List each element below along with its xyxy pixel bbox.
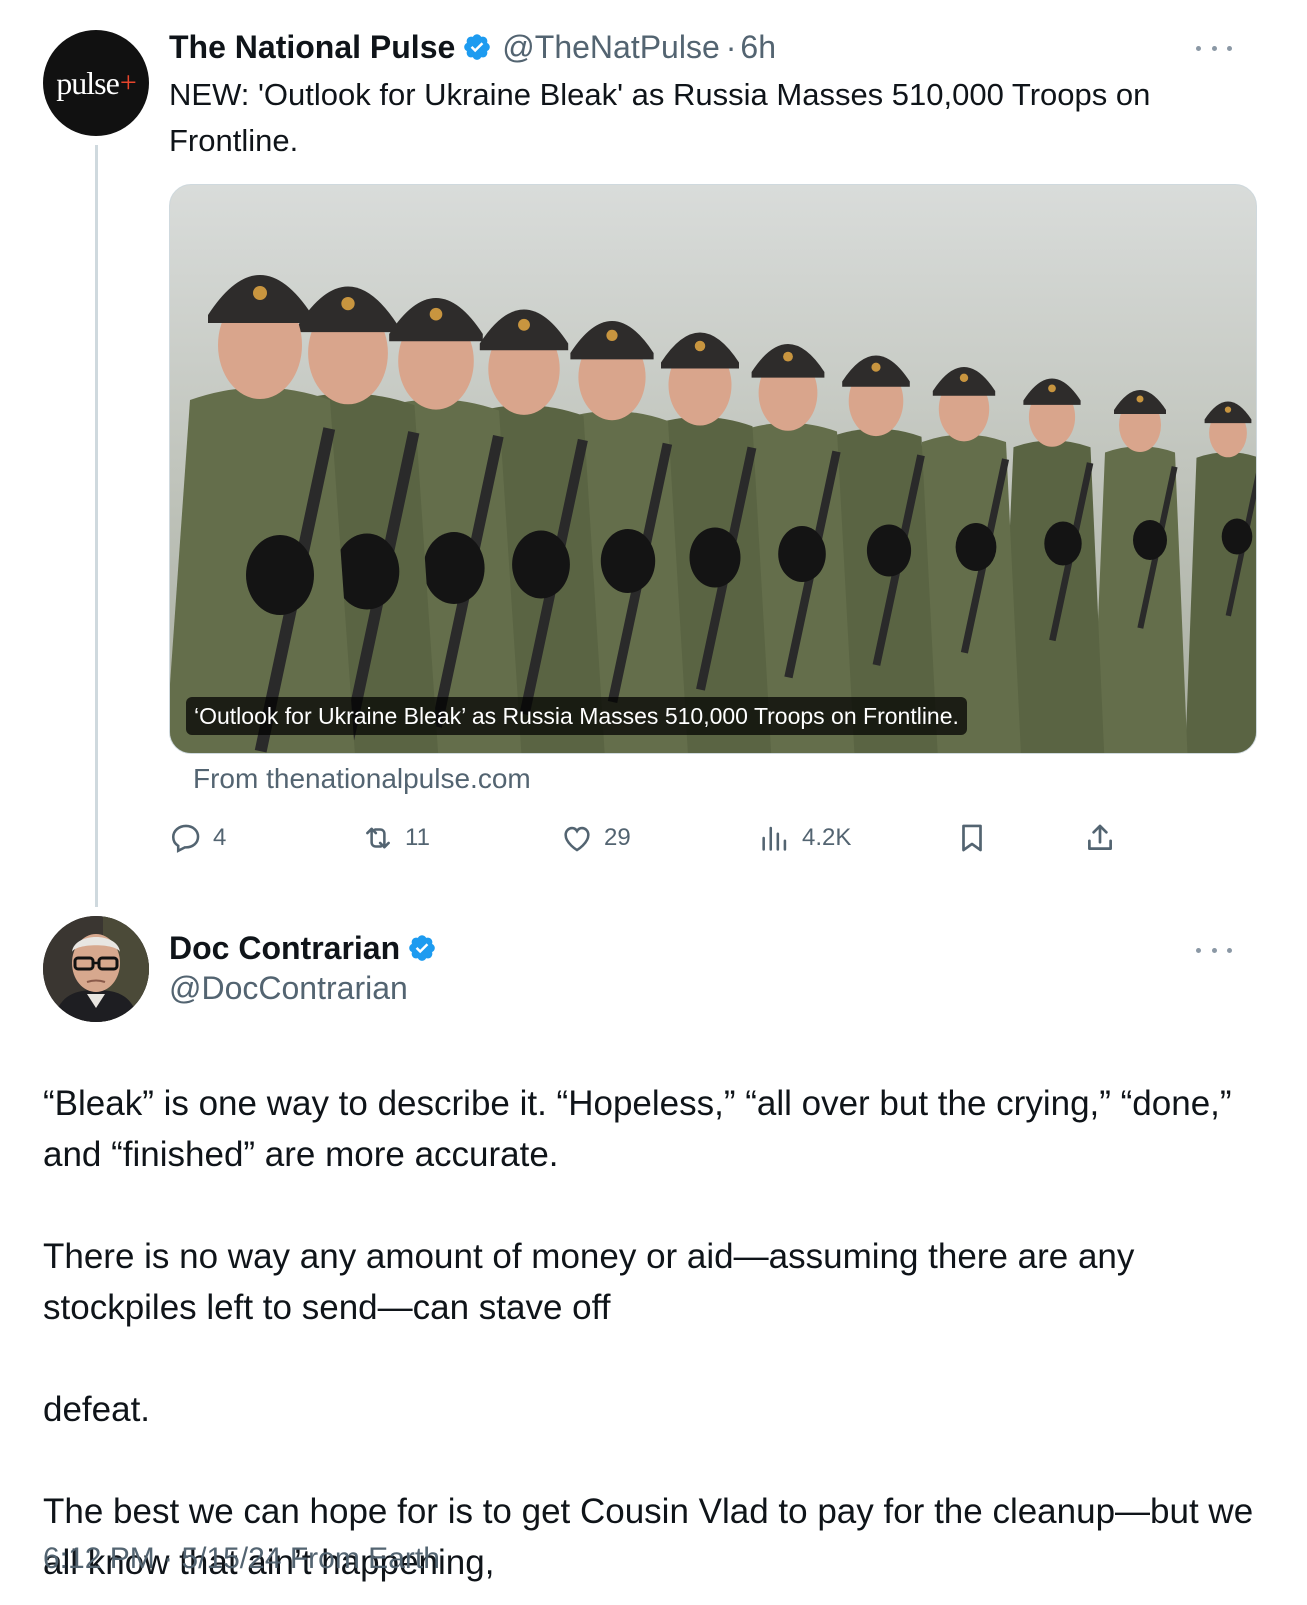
link-card-image[interactable]: ‘Outlook for Ukraine Bleak’ as Russia Ma… — [169, 184, 1257, 754]
share-icon — [1088, 824, 1112, 850]
views-button[interactable]: 4.2K — [758, 818, 851, 858]
reply-paragraph-text: defeat. — [43, 1390, 151, 1429]
link-source[interactable]: From thenationalpulse.com — [193, 763, 531, 795]
author-handle[interactable]: @TheNatPulse — [502, 29, 719, 66]
repost-icon — [366, 827, 390, 849]
reply-paragraph-text: There is no way any amount of money or a… — [43, 1237, 1135, 1327]
views-count: 4.2K — [802, 824, 852, 851]
reply-author-name[interactable]: Doc Contrarian — [169, 930, 400, 967]
reply-tweet-header: Doc Contrarian — [169, 927, 437, 969]
separator-dot: · — [725, 28, 737, 65]
avatar-logo-text: pulse — [56, 64, 120, 101]
share-button[interactable] — [1083, 818, 1117, 858]
soldiers-photo — [170, 185, 1256, 753]
reply-paragraph: There is no way any amount of money or a… — [43, 1231, 1283, 1333]
repost-count: 11 — [405, 824, 430, 851]
separator-dot: · — [163, 1542, 174, 1575]
reply-count: 4 — [213, 824, 227, 851]
reply-author-avatar[interactable] — [43, 916, 149, 1022]
verified-badge-icon — [409, 935, 435, 961]
more-options-icon[interactable] — [1196, 940, 1232, 960]
author-portrait — [43, 916, 149, 1022]
ukraine-flag-icon — [616, 1296, 656, 1322]
avatar-logo-plus: + — [119, 66, 137, 99]
author-name[interactable]: The National Pulse — [169, 29, 455, 66]
heart-icon — [564, 826, 590, 852]
parent-tweet-header: The National Pulse @TheNatPulse · 6h — [169, 26, 776, 68]
reply-text: “Bleak” is one way to describe it. “Hope… — [43, 1078, 1283, 1588]
reply-paragraph: “Bleak” is one way to describe it. “Hope… — [43, 1084, 1232, 1174]
verified-badge-icon — [464, 34, 491, 60]
post-location: From Earth — [289, 1542, 440, 1575]
views-chart-icon — [762, 826, 787, 851]
author-avatar[interactable]: pulse + — [43, 30, 149, 136]
more-options-icon[interactable] — [1196, 38, 1232, 58]
tweet-text: NEW: 'Outlook for Ukraine Bleak' as Russ… — [169, 77, 1151, 158]
bookmark-icon — [962, 824, 982, 852]
post-time[interactable]: 6:12 PM — [43, 1542, 155, 1575]
tweet-footer: 6:12 PM · 5/15/24 From Earth — [43, 1542, 440, 1576]
repost-button[interactable]: 11 — [361, 818, 430, 858]
tweet-time[interactable]: 6h — [740, 29, 776, 66]
link-card-caption: ‘Outlook for Ukraine Bleak’ as Russia Ma… — [186, 697, 967, 735]
thread-line — [95, 145, 98, 907]
like-button[interactable]: 29 — [560, 818, 631, 858]
reply-icon — [171, 824, 200, 853]
reply-author-handle[interactable]: @DocContrarian — [169, 970, 408, 1007]
post-date[interactable]: 5/15/24 — [181, 1542, 281, 1575]
like-count: 29 — [604, 824, 631, 851]
bookmark-button[interactable] — [955, 818, 989, 858]
reply-button[interactable]: 4 — [169, 818, 226, 858]
tweet-actions-bar: 4 11 29 4.2K — [169, 818, 1169, 858]
